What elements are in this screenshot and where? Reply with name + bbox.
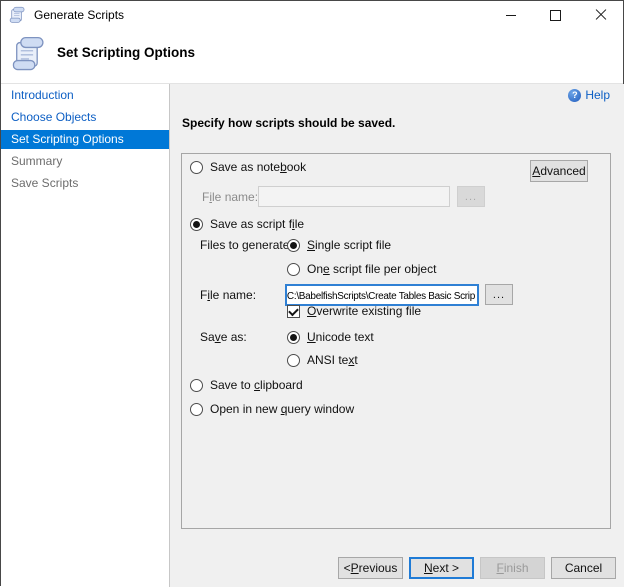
radio-single-script-file[interactable]: Single script file <box>287 237 391 253</box>
radio-circle-icon <box>190 218 203 231</box>
minimize-button[interactable] <box>488 1 533 29</box>
radio-label: Single script file <box>307 238 391 252</box>
output-options-group: Save as notebook Advanced File name: ...… <box>181 153 611 529</box>
cancel-button[interactable]: Cancel <box>551 557 616 579</box>
radio-circle-icon <box>287 331 300 344</box>
checkbox-overwrite-existing-file[interactable]: Overwrite existing file <box>287 303 421 319</box>
help-link[interactable]: Help <box>568 88 610 102</box>
radio-label: Save as script file <box>210 217 304 231</box>
radio-label: Open in new query window <box>210 402 354 416</box>
page-title: Set Scripting Options <box>57 45 195 60</box>
help-question-icon <box>568 89 581 102</box>
sidebar-item-set-scripting-options[interactable]: Set Scripting Options <box>1 130 169 149</box>
radio-label: Save as notebook <box>210 160 306 174</box>
next-button[interactable]: Next > <box>409 557 474 579</box>
radio-circle-icon <box>190 379 203 392</box>
radio-label: One script file per object <box>307 262 436 276</box>
maximize-icon <box>550 10 561 21</box>
files-to-generate-label: Files to generate: <box>200 237 293 253</box>
notebook-browse-button: ... <box>457 186 485 207</box>
sidebar-item-introduction[interactable]: Introduction <box>1 84 169 106</box>
scroll-icon <box>11 34 47 74</box>
radio-circle-icon <box>287 239 300 252</box>
script-browse-button[interactable]: ... <box>485 284 513 305</box>
radio-label: Unicode text <box>307 330 374 344</box>
radio-circle-icon <box>190 161 203 174</box>
checkbox-label: Overwrite existing file <box>307 304 421 318</box>
title-bar: Generate Scripts <box>1 1 623 29</box>
scroll-icon <box>9 6 26 24</box>
notebook-file-name-input <box>258 186 450 207</box>
notebook-file-name-label: File name: <box>202 189 258 205</box>
help-label: Help <box>585 88 610 102</box>
radio-circle-icon <box>287 263 300 276</box>
radio-save-as-notebook[interactable]: Save as notebook <box>190 159 306 175</box>
wizard-header: Set Scripting Options <box>1 29 623 83</box>
finish-button: Finish <box>480 557 545 579</box>
radio-save-to-clipboard[interactable]: Save to clipboard <box>190 377 303 393</box>
close-icon <box>595 9 607 21</box>
script-file-name-label: File name: <box>200 287 256 303</box>
close-button[interactable] <box>578 1 623 29</box>
sidebar-item-summary: Summary <box>1 150 169 172</box>
wizard-steps-sidebar: Introduction Choose Objects Set Scriptin… <box>1 84 169 587</box>
advanced-button[interactable]: Advanced <box>530 160 588 182</box>
save-as-label: Save as: <box>200 329 247 345</box>
maximize-button[interactable] <box>533 1 578 29</box>
radio-label: Save to clipboard <box>210 378 303 392</box>
radio-label: ANSI text <box>307 353 358 367</box>
radio-circle-icon <box>190 403 203 416</box>
minimize-icon <box>506 15 516 16</box>
radio-one-script-file-per-object[interactable]: One script file per object <box>287 261 436 277</box>
file-path-value: C:\BabelfishScripts\Create Tables Basic … <box>287 291 475 302</box>
content-pane: Help Specify how scripts should be saved… <box>170 84 624 587</box>
sidebar-item-save-scripts: Save Scripts <box>1 172 169 194</box>
radio-unicode-text[interactable]: Unicode text <box>287 329 374 345</box>
radio-open-in-new-query-window[interactable]: Open in new query window <box>190 401 354 417</box>
checkbox-check-icon <box>287 305 300 318</box>
window-title: Generate Scripts <box>34 8 124 22</box>
instruction-text: Specify how scripts should be saved. <box>182 116 395 130</box>
previous-button[interactable]: < Previous <box>338 557 403 579</box>
sidebar-item-choose-objects[interactable]: Choose Objects <box>1 106 169 128</box>
radio-ansi-text[interactable]: ANSI text <box>287 352 358 368</box>
radio-circle-icon <box>287 354 300 367</box>
radio-save-as-script-file[interactable]: Save as script file <box>190 216 304 232</box>
